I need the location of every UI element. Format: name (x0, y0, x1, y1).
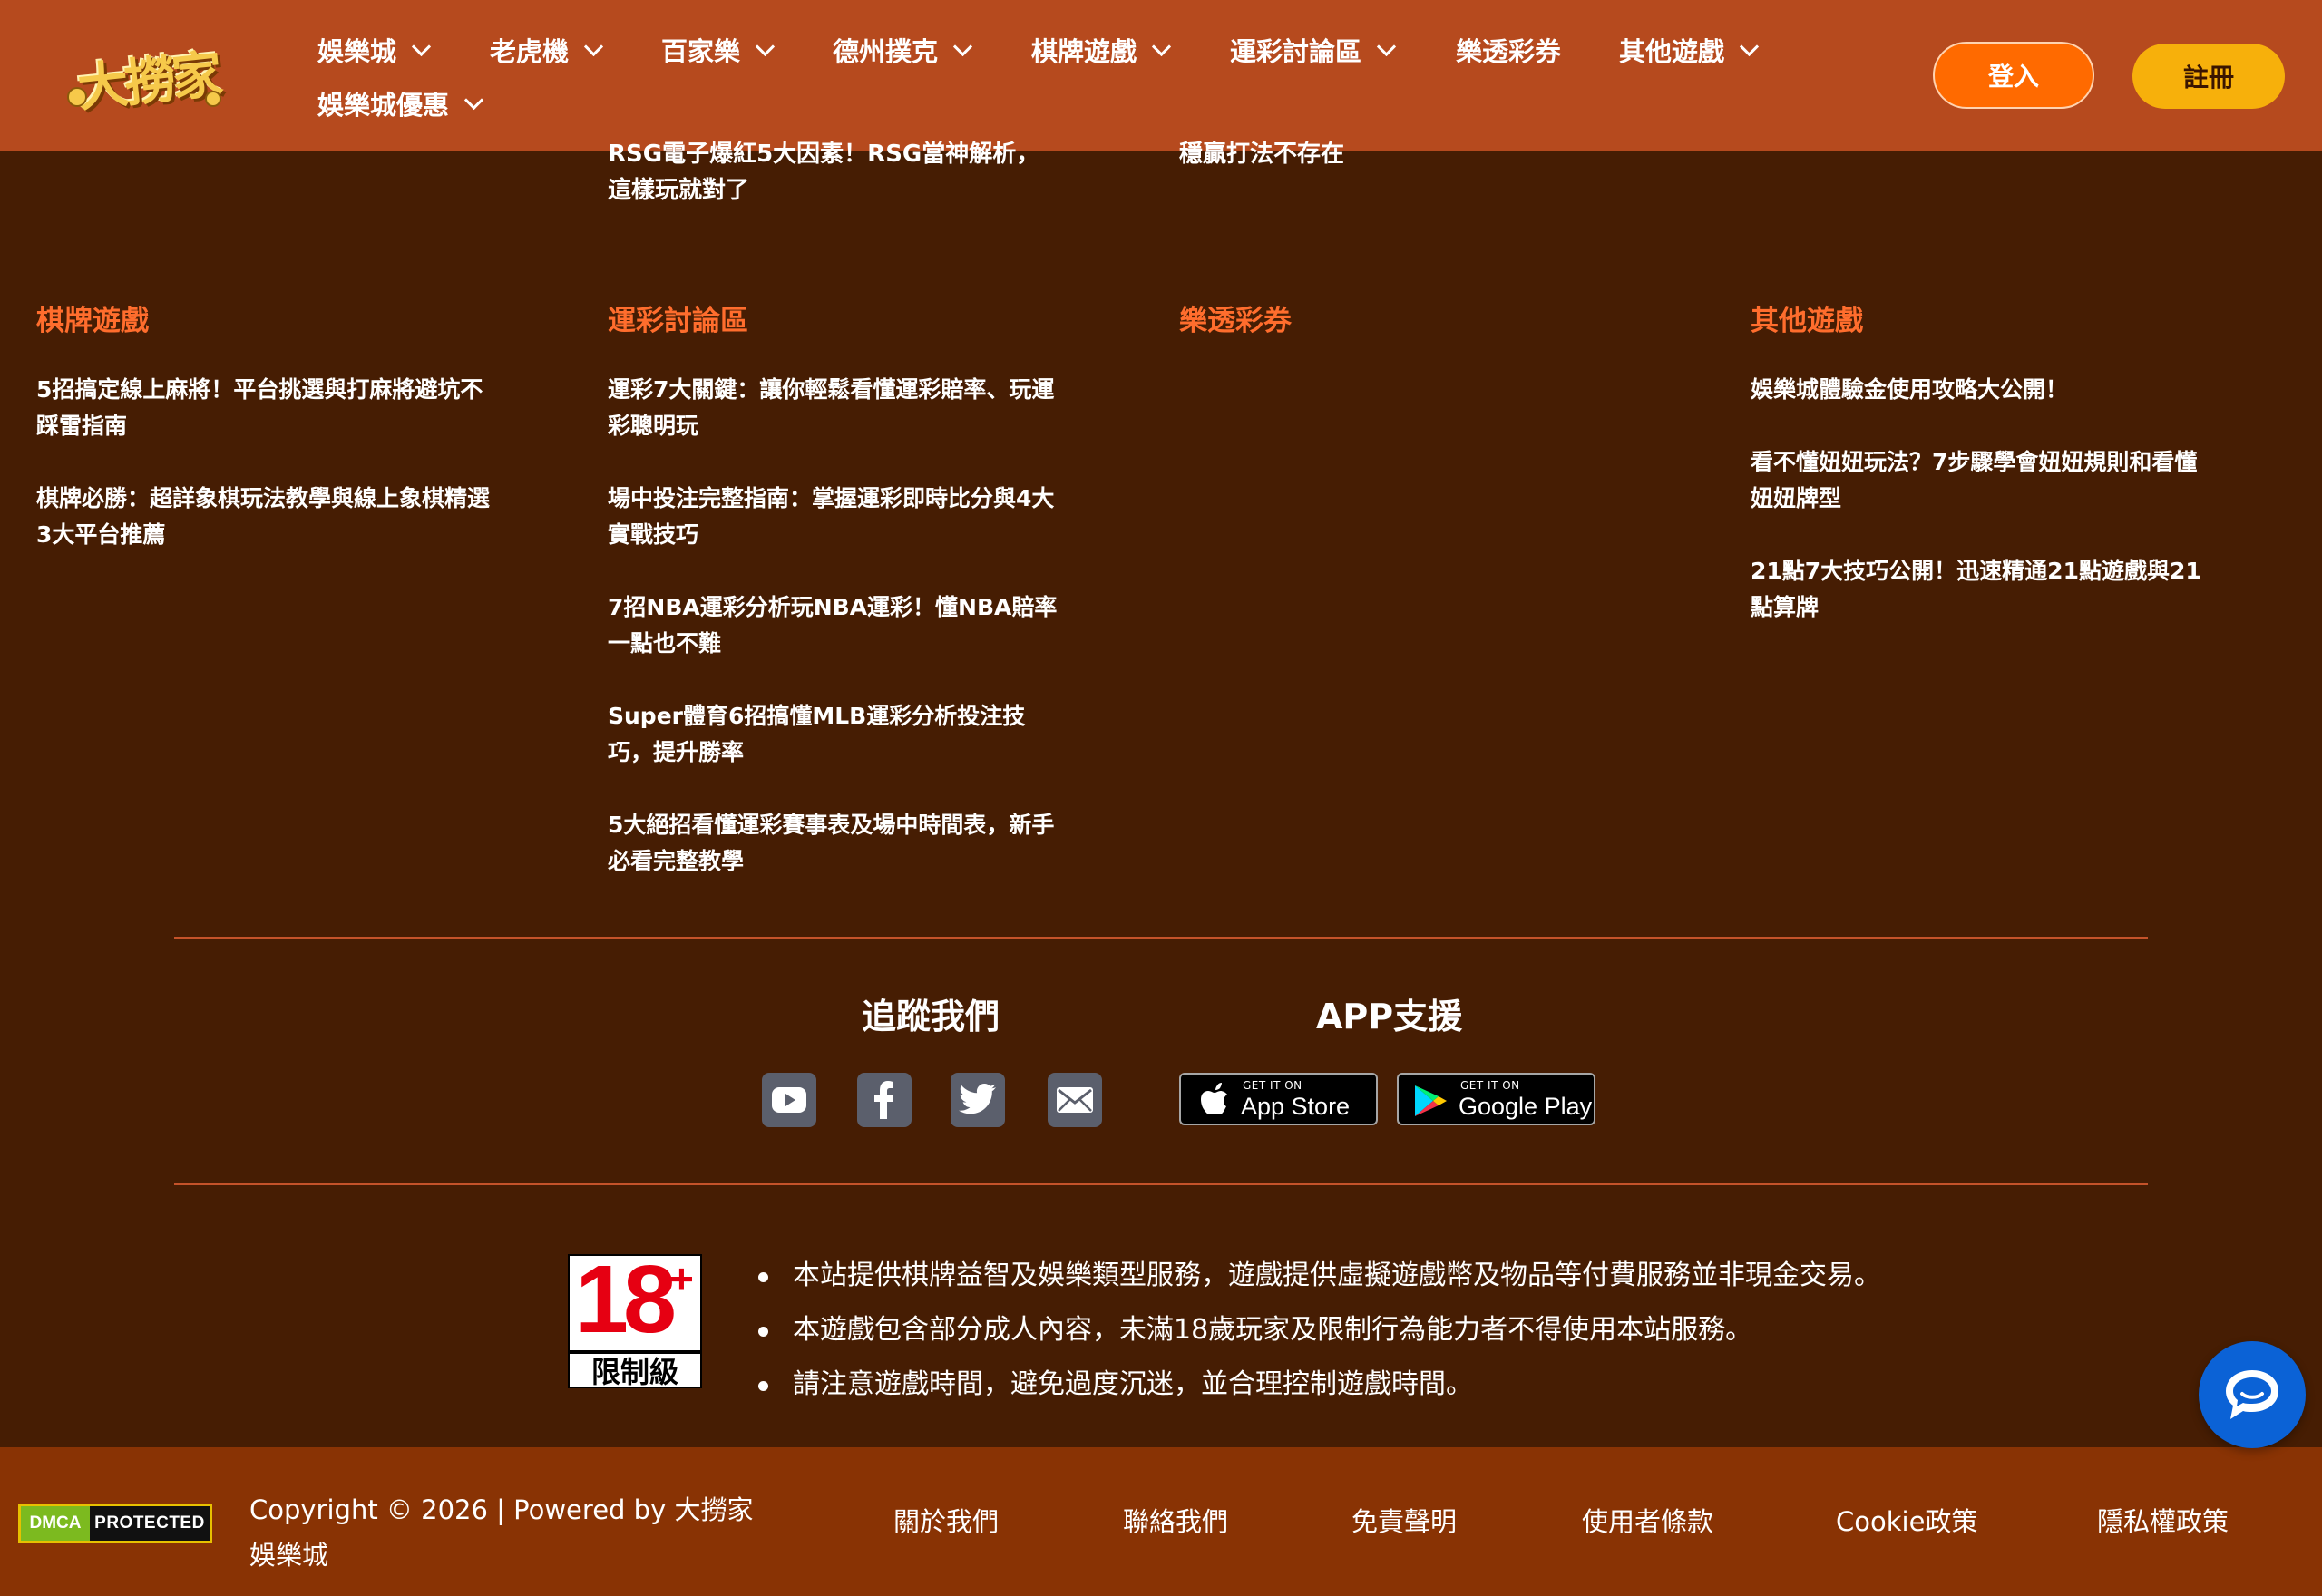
site-header: 大撈家 娛樂城 老虎機 百家樂 德州撲克 棋牌遊戲 運彩討論區 樂透彩券 其他遊… (0, 0, 2322, 151)
site-logo[interactable]: 大撈家 (69, 36, 222, 118)
chat-button[interactable] (2199, 1341, 2306, 1448)
logo-text: 大撈家 (73, 44, 221, 119)
column-heading-sports-forum[interactable]: 運彩討論區 (608, 297, 748, 338)
mail-icon[interactable] (1048, 1073, 1102, 1127)
nav-item-board-games[interactable]: 棋牌遊戲 (1031, 31, 1172, 69)
app-store-badge[interactable]: GET IT ON App Store (1179, 1073, 1378, 1125)
nav-label: 老虎機 (490, 36, 570, 67)
coin-icon (69, 89, 85, 105)
nav-label: 運彩討論區 (1230, 36, 1362, 67)
google-play-icon (1415, 1085, 1447, 1116)
nav-label: 娛樂城 (317, 36, 397, 67)
google-play-label: Google Play (1459, 1093, 1593, 1120)
article-link[interactable]: 運彩7大關鍵：讓你輕鬆看懂運彩賠率、玩運彩聰明玩 (608, 372, 1061, 444)
footer-link-about[interactable]: 關於我們 (893, 1501, 999, 1539)
article-link[interactable]: 21點7大技巧公開！迅速精通21點遊戲與21點算牌 (1751, 553, 2204, 626)
nav-label: 樂透彩券 (1456, 36, 1562, 67)
dmca-protected-label: PROTECTED (94, 1513, 205, 1533)
age-badge-label: 限制級 (570, 1350, 700, 1389)
chevron-down-icon (463, 90, 484, 110)
footer-link-contact[interactable]: 聯絡我們 (1123, 1501, 1228, 1539)
divider (174, 937, 2148, 939)
youtube-icon[interactable] (762, 1073, 816, 1127)
chevron-down-icon (411, 36, 432, 56)
facebook-icon[interactable] (857, 1073, 912, 1127)
app-store-label: App Store (1241, 1093, 1351, 1120)
clipped-article-link[interactable]: RSG電子爆紅5大因素！RSG當神解析，這樣玩就對了 (608, 136, 1061, 209)
chat-bubble-icon (2226, 1370, 2278, 1419)
register-button[interactable]: 註冊 (2132, 44, 2285, 109)
chevron-down-icon (1151, 36, 1172, 56)
google-play-badge[interactable]: GET IT ON Google Play (1397, 1073, 1595, 1125)
nav-label: 百家樂 (661, 36, 741, 67)
age-notice-list: 本站提供棋牌益智及娛樂類型服務，遊戲提供虛擬遊戲幣及物品等付費服務並非現金交易。… (758, 1249, 1881, 1412)
article-link[interactable]: 7招NBA運彩分析玩NBA運彩！懂NBA賠率一點也不難 (608, 589, 1061, 662)
footer-link-terms[interactable]: 使用者條款 (1582, 1501, 1713, 1539)
notice-item: 請注意遊戲時間，避免過度沉迷，並合理控制遊戲時間。 (758, 1358, 1881, 1412)
age-badge-plus: + (669, 1255, 694, 1302)
nav-item-lottery[interactable]: 樂透彩券 (1456, 31, 1561, 69)
article-link[interactable]: Super體育6招搞懂MLB運彩分析投注技巧，提升勝率 (608, 698, 1061, 771)
app-title: APP支援 (1316, 997, 1463, 1036)
article-link[interactable]: 看不懂妞妞玩法？7步驟學會妞妞規則和看懂妞妞牌型 (1751, 444, 2204, 517)
chevron-down-icon (755, 36, 776, 56)
nav-item-sports-forum[interactable]: 運彩討論區 (1230, 31, 1397, 69)
nav-item-slots[interactable]: 老虎機 (490, 31, 604, 69)
article-link[interactable]: 娛樂城體驗金使用攻略大公開！ (1751, 372, 2204, 408)
nav-item-texas-poker[interactable]: 德州撲克 (833, 31, 973, 69)
footer-link-privacy-policy[interactable]: 隱私權政策 (2097, 1501, 2229, 1539)
chevron-down-icon (583, 36, 604, 56)
nav-label: 德州撲克 (833, 36, 939, 67)
nav-item-other-games[interactable]: 其他遊戲 (1619, 31, 1760, 69)
article-link[interactable]: 5招搞定線上麻將！平台挑選與打麻將避坑不踩雷指南 (36, 372, 490, 444)
age-restriction-badge: 18 + 限制級 (568, 1246, 702, 1389)
coin-icon (207, 92, 220, 105)
nav-label: 棋牌遊戲 (1031, 36, 1137, 67)
app-store-small-text: GET IT ON (1243, 1079, 1302, 1092)
follow-title: 追蹤我們 (862, 997, 1000, 1036)
article-link[interactable]: 場中投注完整指南：掌握運彩即時比分與4大實戰技巧 (608, 481, 1061, 553)
article-link[interactable]: 5大絕招看懂運彩賽事表及場中時間表，新手必看完整教學 (608, 807, 1061, 880)
google-play-small-text: GET IT ON (1460, 1079, 1520, 1092)
login-button[interactable]: 登入 (1933, 42, 2094, 109)
footer-link-cookie-policy[interactable]: Cookie政策 (1836, 1501, 1977, 1539)
chevron-down-icon (1376, 36, 1397, 56)
nav-item-casino-promos[interactable]: 娛樂城優惠 (317, 84, 484, 122)
divider (174, 1183, 2148, 1185)
copyright-text: Copyright © 2026 | Powered by 大撈家娛樂城 (249, 1494, 754, 1571)
notice-item: 本遊戲包含部分成人內容，未滿18歲玩家及限制行為能力者不得使用本站服務。 (758, 1303, 1881, 1358)
article-link[interactable]: 棋牌必勝：超詳象棋玩法教學與線上象棋精選3大平台推薦 (36, 481, 490, 553)
nav-item-casino[interactable]: 娛樂城 (317, 31, 432, 69)
column-heading-lottery[interactable]: 樂透彩券 (1179, 297, 1292, 338)
clipped-article-link[interactable]: 穩贏打法不存在 (1179, 136, 1633, 172)
nav-label: 娛樂城優惠 (317, 90, 450, 121)
age-badge-number: 18 (575, 1246, 677, 1353)
chevron-down-icon (952, 36, 973, 56)
column-heading-board-games[interactable]: 棋牌遊戲 (36, 297, 149, 338)
twitter-icon[interactable] (951, 1073, 1005, 1127)
apple-icon (1201, 1083, 1227, 1114)
dmca-label: DMCA (21, 1506, 90, 1541)
nav-item-baccarat[interactable]: 百家樂 (661, 31, 776, 69)
nav-label: 其他遊戲 (1619, 36, 1725, 67)
notice-item: 本站提供棋牌益智及娛樂類型服務，遊戲提供虛擬遊戲幣及物品等付費服務並非現金交易。 (758, 1249, 1881, 1303)
column-heading-other-games[interactable]: 其他遊戲 (1751, 297, 1863, 338)
chevron-down-icon (1739, 36, 1760, 56)
dmca-badge[interactable]: DMCA PROTECTED (18, 1504, 212, 1543)
footer-link-disclaimer[interactable]: 免責聲明 (1351, 1501, 1457, 1539)
